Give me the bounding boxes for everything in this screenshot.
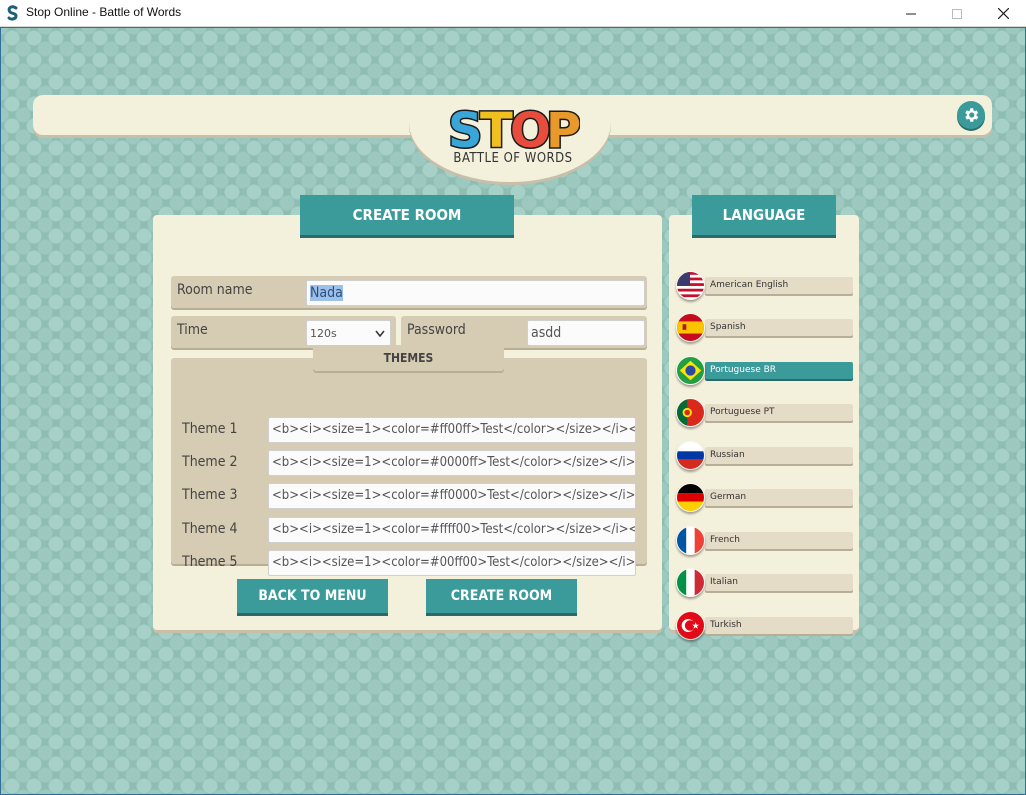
password-label: Password [407,322,466,338]
time-value: 120s [310,327,337,340]
create-room-button[interactable]: CREATE ROOM [426,579,577,613]
language-item-german[interactable]: German [705,489,853,506]
maximize-icon [952,8,962,19]
svg-text:O: O [510,103,551,153]
svg-text:T: T [480,103,513,153]
theme-4-input[interactable]: <b><i><size=1><color=#ffff00>Test</color… [268,517,636,543]
theme-3-label: Theme 3 [182,487,238,503]
close-button[interactable] [980,0,1026,27]
language-item-american-english[interactable]: American English [705,277,853,294]
language-item-portuguese-pt[interactable]: Portuguese PT [705,404,853,421]
germany-flag-icon [676,483,705,512]
logo-subtitle: BATTLE OF WORDS [453,151,573,166]
window-title: Stop Online - Battle of Words [26,5,182,19]
settings-button[interactable] [957,101,985,129]
theme-3-input[interactable]: <b><i><size=1><color=#ff0000>Test</color… [268,483,636,509]
turkey-flag-icon [676,611,705,640]
theme-2-label: Theme 2 [182,454,238,470]
theme-2-input[interactable]: <b><i><size=1><color=#0000ff>Test</color… [268,450,636,476]
app-icon [7,5,18,21]
language-item-russian[interactable]: Russian [705,447,853,464]
russia-flag-icon [676,441,705,470]
portugal-flag-icon [676,398,705,427]
close-icon [997,8,1009,19]
password-input[interactable]: asdd [527,320,645,346]
time-label: Time [177,322,208,338]
stop-logo: S T O P [447,103,581,153]
theme-1-label: Theme 1 [182,421,238,437]
italy-flag-icon [676,568,705,597]
spain-flag-icon [676,313,705,342]
gear-icon [965,108,979,122]
language-item-portuguese-br[interactable]: Portuguese BR [705,362,853,379]
language-item-spanish[interactable]: Spanish [705,319,853,336]
theme-4-label: Theme 4 [182,521,238,537]
language-item-french[interactable]: French [705,532,853,549]
language-item-italian[interactable]: Italian [705,574,853,591]
maximize-button[interactable] [934,0,980,27]
svg-text:S: S [448,103,483,153]
minimize-button[interactable] [888,0,934,27]
svg-text:P: P [546,103,580,153]
room-name-label: Room name [177,282,253,298]
theme-1-input[interactable]: <b><i><size=1><color=#ff00ff>Test</color… [268,417,636,443]
us-flag-icon [676,271,705,300]
room-name-input[interactable]: Nada [306,280,645,306]
theme-5-input[interactable]: <b><i><size=1><color=#00ff00>Test</color… [268,550,636,576]
themes-title: THEMES [313,345,504,371]
back-to-menu-button[interactable]: BACK TO MENU [237,579,388,613]
france-flag-icon [676,526,705,555]
time-select[interactable]: 120s [306,320,391,346]
window-titlebar: Stop Online - Battle of Words [0,0,1026,27]
minimize-icon [906,13,916,14]
theme-5-label: Theme 5 [182,554,238,570]
language-item-turkish[interactable]: Turkish [705,617,853,634]
brazil-flag-icon [676,356,705,385]
room-name-value: Nada [310,285,343,301]
language-title: LANGUAGE [692,195,836,235]
create-room-title: CREATE ROOM [300,195,514,235]
chevron-down-icon [375,330,385,338]
